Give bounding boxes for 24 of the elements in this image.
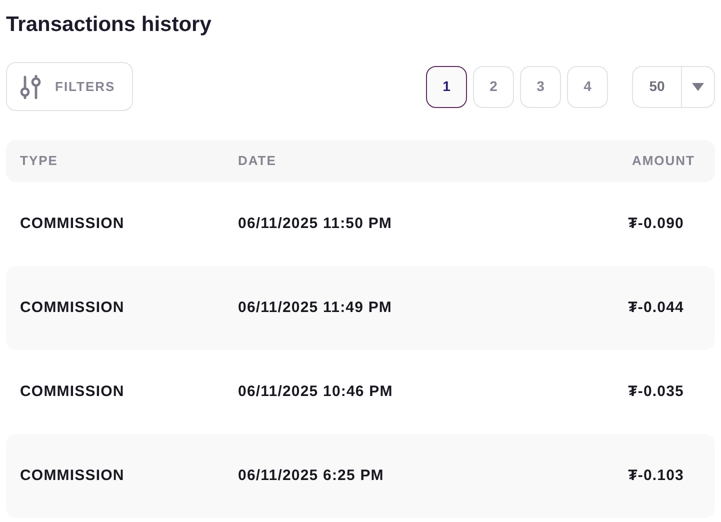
table-cell-text: ₮-0.035	[628, 382, 685, 402]
table-cell-text: 06/11/2025 11:50 PM	[238, 214, 392, 234]
page-button[interactable]: 1	[426, 66, 467, 108]
filters-button[interactable]: FILTERS	[6, 62, 133, 111]
table-cell-text: ₮-0.090	[628, 214, 685, 234]
column-header: AMOUNT	[630, 152, 696, 170]
table-cell-text: ₮-0.044	[628, 298, 685, 318]
table-cell-text: COMMISSION	[20, 298, 124, 318]
column-header: DATE	[238, 152, 278, 170]
page-size-select[interactable]: 50	[632, 66, 715, 108]
table-cell-text: COMMISSION	[20, 214, 124, 234]
column-header: TYPE	[20, 152, 59, 170]
page-title: Transactions history	[6, 12, 212, 38]
table-cell-text: 06/11/2025 11:49 PM	[238, 298, 392, 318]
table-cell-text: ₮-0.103	[628, 466, 685, 486]
page-button[interactable]: 3	[520, 66, 561, 108]
page-button[interactable]: 2	[473, 66, 514, 108]
table-cell-text: 06/11/2025 6:25 PM	[238, 466, 384, 486]
page-button[interactable]: 4	[567, 66, 608, 108]
sliders-icon	[20, 74, 42, 98]
table-cell-text: COMMISSION	[20, 466, 124, 486]
table-cell-text: COMMISSION	[20, 382, 124, 402]
table-cell-text: 06/11/2025 10:46 PM	[238, 382, 393, 402]
dropdown-caret-icon	[692, 82, 704, 90]
